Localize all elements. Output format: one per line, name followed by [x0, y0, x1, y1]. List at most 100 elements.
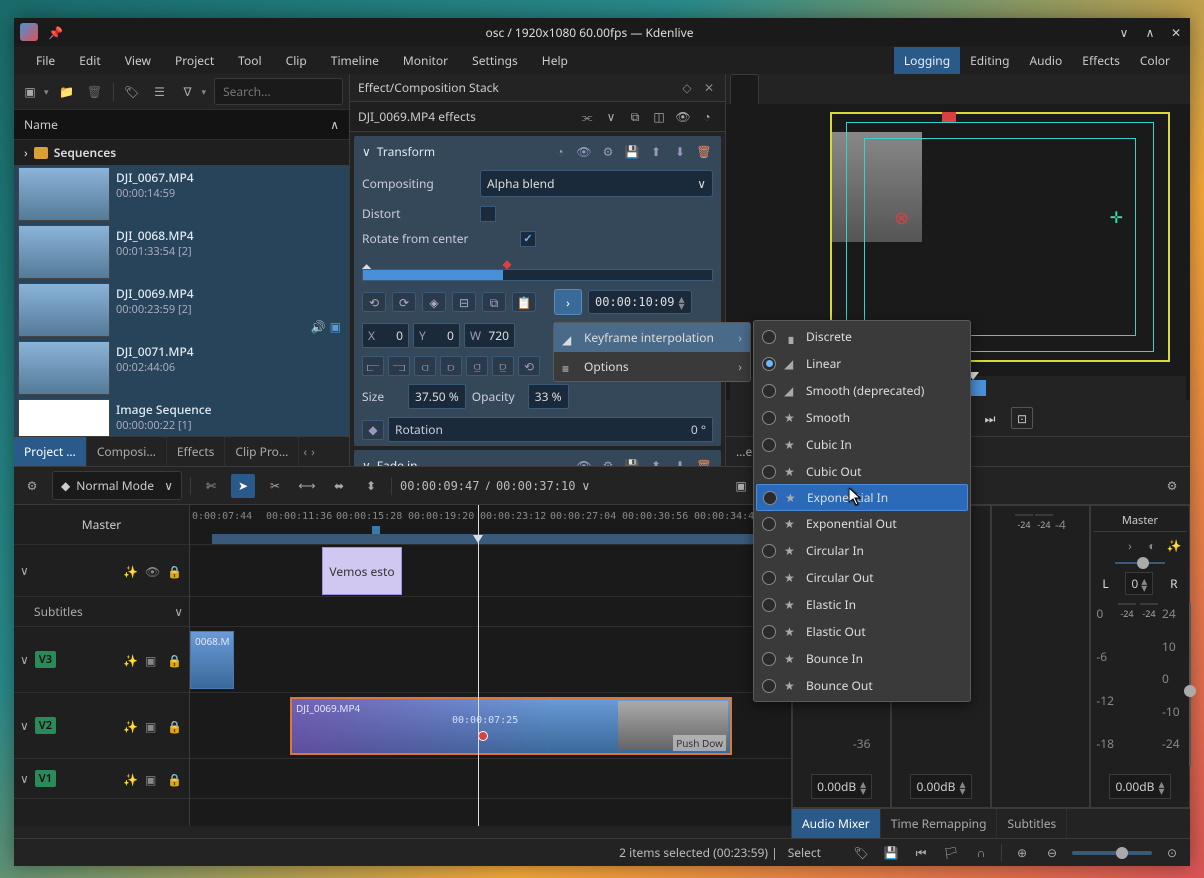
x-field[interactable]: X0	[362, 323, 409, 348]
fx-icon[interactable]: ✨	[123, 718, 139, 734]
crosshair-delete-icon[interactable]: ⊗	[894, 206, 909, 230]
settings-icon[interactable]: ⚙	[599, 142, 617, 160]
kf-time-field[interactable]: 00:00:10:09 ▴▾	[588, 290, 692, 314]
chevron-down-icon[interactable]: ∨	[174, 603, 183, 620]
clip-item[interactable]: DJI_0068.MP4 00:01:33:54 [2]	[14, 223, 349, 281]
tab-time-remapping[interactable]: Time Remapping	[881, 809, 998, 838]
spacer-tool-icon[interactable]: ⟷	[295, 474, 319, 498]
sort-icon[interactable]: ∧	[330, 116, 339, 133]
interp-elastic-in[interactable]: ★Elastic In	[754, 591, 970, 618]
float-icon[interactable]: ◇	[679, 80, 695, 96]
marker-icon[interactable]	[372, 526, 380, 534]
flag-icon[interactable]: 🏳	[941, 843, 961, 863]
w-field[interactable]: W720	[464, 323, 515, 348]
timeline-playhead[interactable]	[478, 505, 479, 826]
menu-options[interactable]: ≡ Options ›	[554, 352, 750, 381]
save-icon[interactable]: 💾	[623, 456, 641, 466]
fx-icon[interactable]: ✨	[123, 563, 139, 579]
db-field[interactable]: 0.00dB▴▾	[811, 774, 872, 799]
filter-icon[interactable]: ∇	[178, 82, 198, 102]
sequences-folder[interactable]: › Sequences	[14, 140, 349, 165]
collapse-icon[interactable]: ∨	[20, 562, 29, 579]
interp-cubic-out[interactable]: ★Cubic Out	[754, 458, 970, 485]
tag-icon[interactable]: 🏷	[851, 843, 871, 863]
subtitle-clip[interactable]: Vemos esto	[322, 547, 402, 595]
interp-cubic-in[interactable]: ★Cubic In	[754, 431, 970, 458]
menu-help[interactable]: Help	[530, 48, 580, 73]
zoom-out-icon[interactable]: ⊖	[1042, 843, 1062, 863]
collapse-icon[interactable]: ∨	[20, 770, 29, 787]
eye-icon[interactable]: 👁	[575, 142, 593, 160]
align-right-icon[interactable]: ⫏	[414, 356, 436, 376]
interp-exponential-in[interactable]: ★Exponential In	[756, 484, 968, 511]
collapse-icon[interactable]: ∨	[20, 651, 29, 668]
edit-mode-select[interactable]: ◆ Normal Mode ∨	[52, 471, 182, 500]
workspace-audio[interactable]: Audio	[1019, 47, 1072, 74]
rotation-kf-icon[interactable]: ◆	[362, 420, 384, 440]
lock-icon[interactable]: 🔒	[167, 718, 183, 734]
clip-item[interactable]: DJI_0067.MP4 00:00:14:59	[14, 165, 349, 223]
interp-exponential-out[interactable]: ★Exponential Out	[754, 510, 970, 537]
opacity-field[interactable]: 33 %	[528, 384, 569, 409]
crosshair-center-icon[interactable]: ✛	[1110, 206, 1123, 228]
menu-view[interactable]: View	[113, 48, 163, 73]
mute-icon[interactable]: ◐	[1143, 536, 1161, 554]
delete-effect-icon[interactable]: 🗑	[695, 142, 713, 160]
compositing-select[interactable]: Alpha blend ∨	[480, 170, 713, 197]
movedown-icon[interactable]: ⬇	[671, 142, 689, 160]
pan-value[interactable]: 0▴▾	[1125, 572, 1153, 595]
video-clip-v2[interactable]: DJI_0069.MP4 00:00:07:25 Push Dow	[290, 697, 732, 755]
select-tool-icon[interactable]: ➤	[231, 474, 255, 498]
keyframe-dot[interactable]	[478, 731, 488, 741]
minimize-icon[interactable]: ∨	[1116, 24, 1132, 40]
rotate-center-checkbox[interactable]	[520, 231, 536, 247]
lock-icon[interactable]: 🔒	[167, 771, 183, 787]
kf-next-button[interactable]: ›	[554, 289, 582, 315]
interp-elastic-out[interactable]: ★Elastic Out	[754, 618, 970, 645]
cut-icon[interactable]: ✂	[263, 474, 287, 498]
razor-tool-icon[interactable]: ✄	[199, 474, 223, 498]
copy-icon[interactable]: ⧉	[625, 108, 645, 126]
track-v2-header[interactable]: ∨ V2 ✨ ▣ 🔒	[14, 693, 189, 759]
close-icon[interactable]: ✕	[1168, 24, 1184, 40]
tag-icon[interactable]: 🏷	[122, 82, 142, 102]
next-icon[interactable]: ›	[1121, 536, 1139, 554]
kf-prev-icon[interactable]: ⟲	[362, 292, 386, 312]
fx-icon[interactable]: ✨	[123, 771, 139, 787]
timeline-ruler[interactable]: 0:00:07:44 00:00:11:36 00:00:15:28 00:00…	[190, 505, 791, 545]
split-icon[interactable]: ⫘	[577, 108, 597, 126]
collapse-icon[interactable]: ∨	[362, 143, 371, 160]
interp-circular-in[interactable]: ★Circular In	[754, 537, 970, 564]
video-icon[interactable]: ▣	[145, 718, 161, 734]
track-v3-header[interactable]: ∨ V3 ✨ ▣ 🔒	[14, 627, 189, 693]
track-v2[interactable]: DJI_0069.MP4 00:00:07:25 Push Dow	[190, 693, 791, 759]
moveup-icon[interactable]: ⬆	[647, 456, 665, 466]
menu-tool[interactable]: Tool	[226, 48, 273, 73]
delete-effect-icon[interactable]: 🗑	[695, 456, 713, 466]
eye-icon[interactable]: 👁	[145, 563, 161, 579]
list-icon[interactable]: ☰	[150, 82, 170, 102]
keyframe-timeline[interactable]: ◆ ◆	[354, 251, 721, 285]
zoom-slider[interactable]	[1072, 851, 1152, 855]
menu-keyframe-interpolation[interactable]: ◢ Keyframe interpolation ›	[554, 323, 750, 352]
menu-clip[interactable]: Clip	[274, 48, 319, 73]
save-icon[interactable]: 💾	[623, 142, 641, 160]
menu-project[interactable]: Project	[163, 48, 226, 73]
interp-smooth-deprecated[interactable]: ◢Smooth (deprecated)	[754, 377, 970, 404]
skip-icon[interactable]: ⏮	[911, 843, 931, 863]
expand-icon[interactable]: ›	[24, 144, 28, 161]
mixer-settings-icon[interactable]: ⚙	[1160, 474, 1184, 498]
subtitle-track-header[interactable]: ∨ ✨ 👁 🔒	[14, 545, 189, 597]
visible-icon[interactable]: 👁	[673, 108, 693, 126]
tab-effects[interactable]: Effects	[167, 437, 226, 466]
interp-circular-out[interactable]: ★Circular Out	[754, 564, 970, 591]
compare-icon[interactable]: ◫	[649, 108, 669, 126]
close-panel-icon[interactable]: ✕	[701, 80, 717, 96]
tab-subtitles[interactable]: Subtitles	[997, 809, 1067, 838]
moveup-icon[interactable]: ⬆	[647, 142, 665, 160]
forward-icon[interactable]: ⏭	[979, 407, 1001, 429]
fit-icon[interactable]: ⟲	[518, 356, 540, 376]
kf-copy-icon[interactable]: ⧉	[482, 292, 506, 312]
menu-edit[interactable]: Edit	[67, 48, 112, 73]
master-db-field[interactable]: 0.00dB▴▾	[1109, 774, 1170, 799]
